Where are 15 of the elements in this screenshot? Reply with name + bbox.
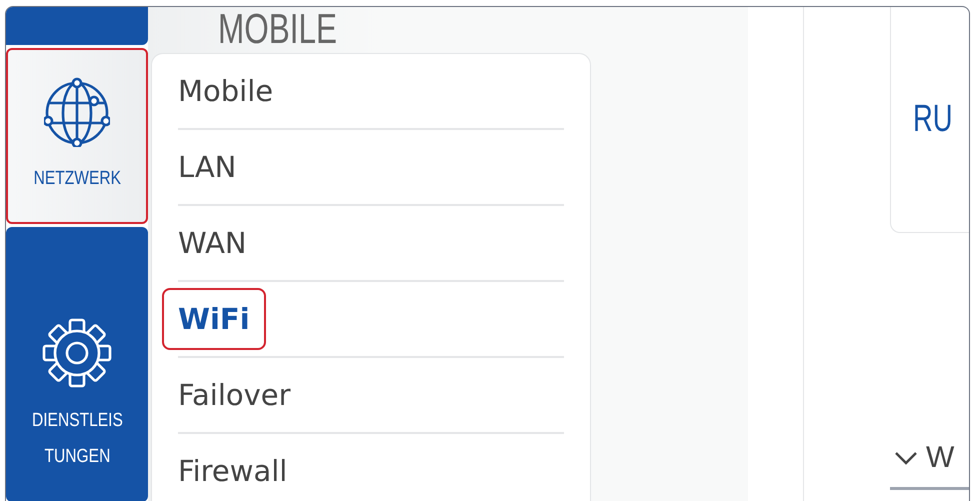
menu-item[interactable]: Firewall bbox=[162, 440, 304, 501]
section-label: W bbox=[926, 441, 954, 475]
menu-item[interactable]: LAN bbox=[162, 136, 252, 198]
globe-icon bbox=[44, 74, 110, 147]
menu-item[interactable]: WAN bbox=[162, 212, 263, 274]
menu-item[interactable]: WiFi bbox=[162, 288, 266, 350]
nav-item[interactable]: NETZWERK bbox=[6, 48, 148, 224]
chevron-down-icon[interactable] bbox=[894, 451, 918, 465]
menu-item[interactable]: Failover bbox=[162, 364, 307, 426]
section-title: MOBILE bbox=[218, 7, 338, 51]
gear-icon bbox=[41, 317, 113, 389]
nav-tile[interactable] bbox=[6, 7, 148, 45]
card-title: RU bbox=[913, 98, 953, 141]
menu-item[interactable]: Mobile bbox=[162, 60, 290, 122]
nav-item[interactable]: DIENSTLEIS TUNGEN bbox=[6, 227, 148, 501]
